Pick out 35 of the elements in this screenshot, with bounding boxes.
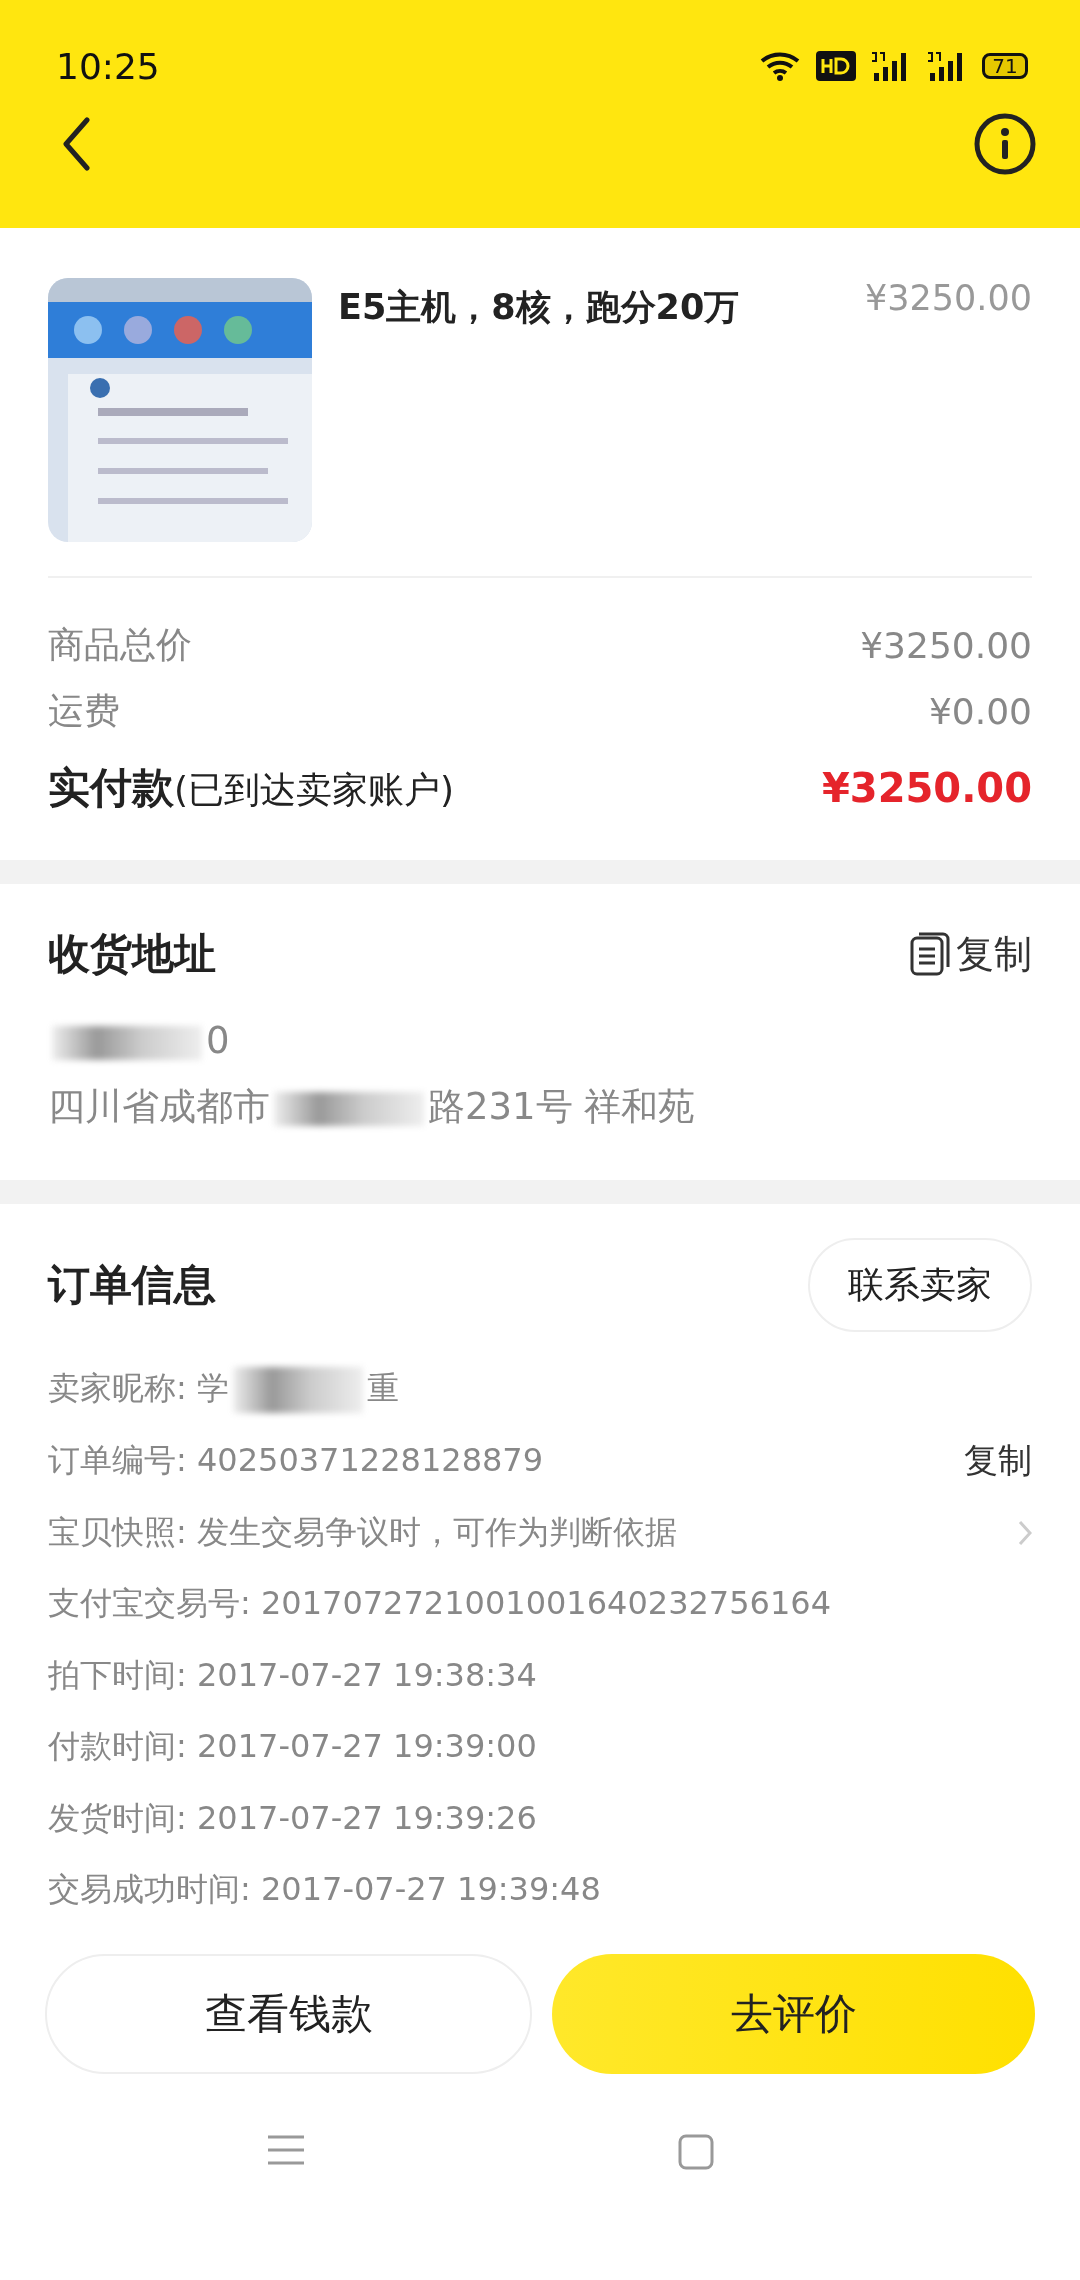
- order-detail: 发货时间: 2017-07-27 19:39:26: [48, 1797, 537, 1839]
- hd-icon: [816, 51, 856, 81]
- section-title: 收货地址: [48, 928, 216, 980]
- product-price: ¥3250.00: [865, 278, 1032, 318]
- status-time: 10:25: [56, 45, 160, 87]
- menu-icon[interactable]: [266, 2134, 306, 2166]
- price-value: ¥3250.00: [860, 624, 1032, 666]
- address-line: 四川省成都市 路231号 祥和苑: [48, 1084, 697, 1130]
- order-detail: 付款时间: 2017-07-27 19:39:00: [48, 1726, 537, 1768]
- copy-icon: [910, 932, 950, 976]
- review-button[interactable]: 去评价: [552, 1954, 1035, 2074]
- price-label: 运费: [48, 688, 120, 733]
- product-title[interactable]: E5主机，8核，跑分20万: [338, 278, 839, 331]
- total-label: 实付款: [48, 763, 174, 812]
- info-icon[interactable]: [974, 113, 1036, 175]
- wifi-icon: [760, 51, 802, 81]
- order-detail: 支付宝交易号: 2017072721001001640232756164: [48, 1583, 831, 1625]
- order-detail: 卖家昵称: 学 重: [48, 1366, 399, 1413]
- order-detail: 拍下时间: 2017-07-27 19:38:34: [48, 1654, 537, 1696]
- price-value: ¥0.00: [928, 690, 1032, 732]
- total-amount: ¥3250.00: [821, 765, 1032, 811]
- home-icon[interactable]: [678, 2134, 714, 2170]
- address-line: 0: [48, 1008, 1032, 1074]
- battery-icon: 71: [982, 53, 1028, 79]
- order-detail: 订单编号: 40250371228128879: [48, 1440, 544, 1482]
- contact-seller-button[interactable]: 联系卖家: [808, 1238, 1032, 1332]
- copy-link[interactable]: 复制: [964, 1438, 1032, 1485]
- view-payment-button[interactable]: 查看钱款: [45, 1954, 532, 2074]
- section-title: 订单信息: [48, 1259, 216, 1311]
- order-detail[interactable]: 宝贝快照: 发生交易争议时，可作为判断依据: [48, 1510, 677, 1555]
- price-label: 商品总价: [48, 622, 192, 667]
- back-icon[interactable]: [62, 117, 90, 171]
- copy-button[interactable]: 复制: [910, 928, 1032, 980]
- total-note: (已到达卖家账户): [174, 769, 455, 810]
- order-detail: 交易成功时间: 2017-07-27 19:39:48: [48, 1869, 601, 1911]
